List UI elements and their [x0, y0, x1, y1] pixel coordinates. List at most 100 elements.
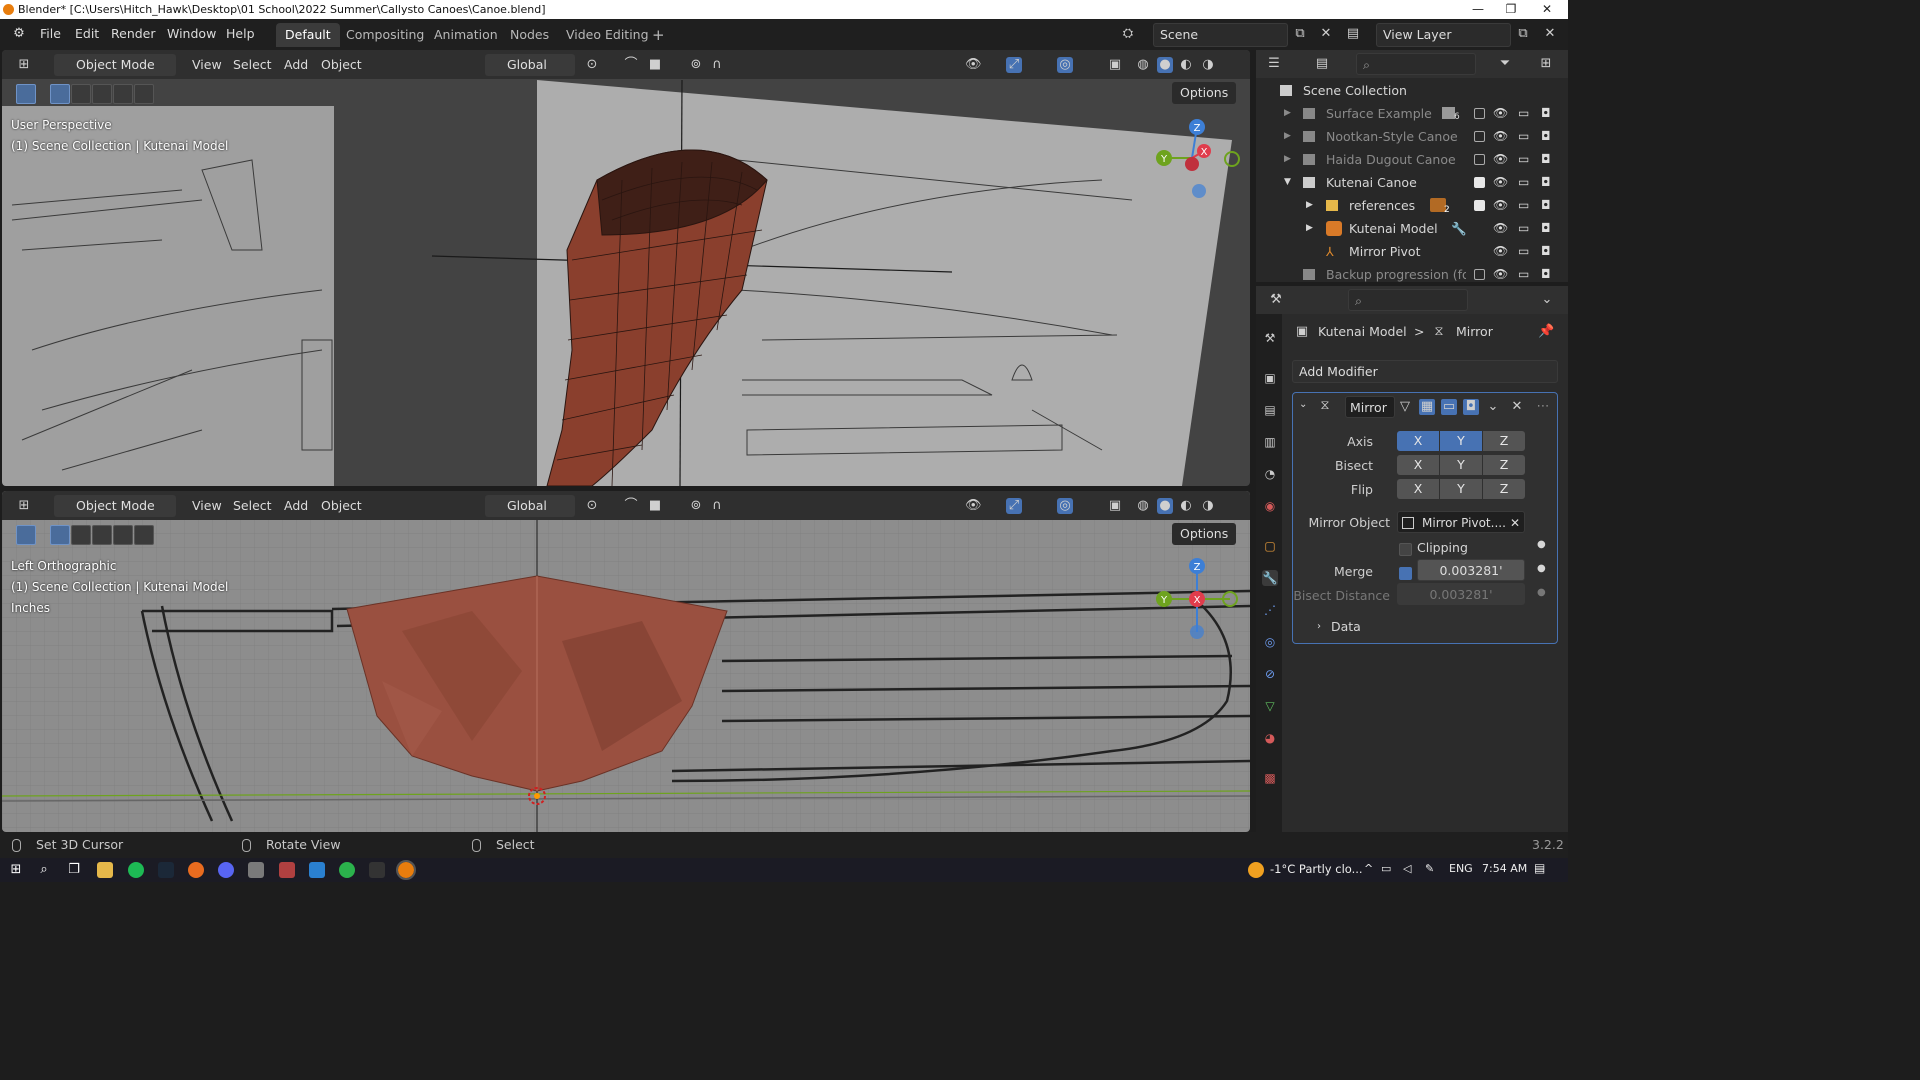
material-shading-icon[interactable]: ◐: [1178, 57, 1194, 73]
exclude-checkbox[interactable]: [1474, 200, 1485, 211]
scene-field[interactable]: Scene: [1153, 23, 1288, 47]
close-window-button[interactable]: ✕: [1532, 0, 1562, 19]
menu-help[interactable]: Help: [226, 26, 255, 41]
file-explorer-icon[interactable]: [97, 862, 113, 878]
tab-default[interactable]: Default: [276, 23, 340, 47]
select-invert-button[interactable]: [113, 84, 133, 104]
new-scene-icon[interactable]: ⧉: [1292, 26, 1308, 42]
navigation-gizmo[interactable]: Z Y X: [1152, 115, 1242, 205]
eye-icon[interactable]: 👁: [1493, 217, 1508, 240]
object-tab-icon[interactable]: ▢: [1262, 538, 1278, 554]
edit-mode-icon[interactable]: ▽: [1397, 399, 1413, 415]
rendered-shading-icon[interactable]: ◑: [1200, 498, 1216, 514]
viewport-perspective[interactable]: ⊞ Object Mode View Select Add Object Glo…: [2, 50, 1250, 486]
minimize-button[interactable]: —: [1463, 0, 1493, 19]
viewport-disable-icon[interactable]: ▭: [1518, 217, 1529, 240]
new-view-layer-icon[interactable]: ⧉: [1515, 26, 1531, 42]
world-tab-icon[interactable]: ◉: [1262, 498, 1278, 514]
select-subtract-button[interactable]: [92, 84, 112, 104]
axis-z-toggle[interactable]: Z: [1483, 431, 1525, 451]
new-collection-icon[interactable]: ⊞: [1538, 56, 1554, 72]
render-camera-icon[interactable]: ◘: [1541, 148, 1551, 171]
snap-target-icon[interactable]: ■: [647, 57, 663, 73]
display-mode-icon[interactable]: ▤: [1314, 56, 1330, 72]
menu-render[interactable]: Render: [111, 26, 156, 41]
viewport-disable-icon[interactable]: ▭: [1518, 263, 1529, 286]
select-tool-button[interactable]: [16, 525, 36, 545]
select-extend-button[interactable]: [71, 84, 91, 104]
keyframe-dot-icon[interactable]: ●: [1537, 563, 1546, 574]
collapse-chevron-icon[interactable]: ⌄: [1299, 399, 1307, 410]
solid-shading-icon[interactable]: ●: [1157, 498, 1173, 514]
texture-tab-icon[interactable]: ▩: [1262, 770, 1278, 786]
falloff-icon[interactable]: ∩: [709, 498, 725, 514]
select-intersect-button[interactable]: [134, 84, 154, 104]
volume-icon[interactable]: ◁: [1403, 862, 1411, 875]
clipping-checkbox[interactable]: [1399, 543, 1412, 556]
bisect-distance-input[interactable]: 0.003281': [1397, 583, 1525, 605]
visibility-icon[interactable]: 👁: [965, 498, 982, 514]
select-tool-button[interactable]: [16, 84, 36, 104]
eye-icon[interactable]: 👁: [1493, 171, 1508, 194]
gizmo-toggle-icon[interactable]: ⤢: [1006, 57, 1022, 73]
eye-icon[interactable]: 👁: [1493, 263, 1508, 286]
app-icon-2[interactable]: [279, 862, 295, 878]
flip-y-toggle[interactable]: Y: [1440, 479, 1482, 499]
snap-target-icon[interactable]: ■: [647, 498, 663, 514]
expand-arrow-icon[interactable]: ▶: [1284, 148, 1291, 171]
navigation-gizmo[interactable]: Z Y X: [1152, 556, 1242, 646]
editor-type-icon[interactable]: ⊞: [16, 498, 32, 514]
outliner-row-kutenai-canoe[interactable]: ▼ Kutenai Canoe 👁 ▭ ◘: [1256, 171, 1568, 194]
menu-object[interactable]: Object: [321, 495, 362, 517]
modifier-name-input[interactable]: Mirror: [1345, 396, 1395, 418]
blender-menu-icon[interactable]: ⚙: [11, 26, 27, 42]
tray-chevron-icon[interactable]: ^: [1364, 862, 1373, 875]
select-extend-button[interactable]: [71, 525, 91, 545]
weather-text[interactable]: -1°C Partly clo...: [1270, 862, 1363, 876]
particles-tab-icon[interactable]: ⋰: [1262, 602, 1278, 618]
keyframe-dot-icon[interactable]: ●: [1537, 539, 1546, 550]
viewport-disable-icon[interactable]: ▭: [1518, 148, 1529, 171]
tab-compositing[interactable]: Compositing: [337, 23, 433, 47]
flip-z-toggle[interactable]: Z: [1483, 479, 1525, 499]
constraints-tab-icon[interactable]: ⊘: [1262, 666, 1278, 682]
viewport-disable-icon[interactable]: ▭: [1518, 194, 1529, 217]
vscode-icon[interactable]: [309, 862, 325, 878]
view-layer-field[interactable]: View Layer: [1376, 23, 1511, 47]
options-chevron-icon[interactable]: ⌄: [1539, 292, 1555, 308]
outliner-row-mirror-pivot[interactable]: ⅄ Mirror Pivot 👁 ▭ ◘: [1256, 240, 1568, 263]
render-camera-icon[interactable]: ◘: [1541, 125, 1551, 148]
expand-arrow-icon[interactable]: ▶: [1306, 217, 1313, 240]
render-camera-icon[interactable]: ◘: [1541, 102, 1551, 125]
tool-tab-icon[interactable]: ⚒: [1262, 330, 1278, 346]
expand-arrow-icon[interactable]: ▶: [1306, 194, 1313, 217]
render-camera-icon[interactable]: ◘: [1541, 171, 1551, 194]
object-mode-dropdown[interactable]: Object Mode: [54, 54, 176, 76]
expand-arrow-icon[interactable]: ▶: [1284, 125, 1291, 148]
add-modifier-button[interactable]: Add Modifier: [1292, 360, 1558, 383]
render-icon[interactable]: ◘: [1463, 399, 1479, 415]
pen-icon[interactable]: ✎: [1425, 862, 1434, 875]
steam-icon[interactable]: [158, 862, 174, 878]
visibility-icon[interactable]: 👁: [965, 57, 982, 73]
select-new-button[interactable]: [50, 84, 70, 104]
orientation-dropdown[interactable]: Global: [485, 495, 575, 517]
view-layer-icon[interactable]: ▤: [1345, 26, 1361, 42]
xray-icon[interactable]: ▣: [1107, 57, 1123, 73]
tab-animation[interactable]: Animation: [425, 23, 507, 47]
exclude-checkbox[interactable]: [1474, 131, 1485, 142]
exclude-checkbox[interactable]: [1474, 154, 1485, 165]
github-icon[interactable]: [369, 862, 385, 878]
menu-object[interactable]: Object: [321, 54, 362, 76]
object-mode-dropdown[interactable]: Object Mode: [54, 495, 176, 517]
menu-add[interactable]: Add: [284, 495, 308, 517]
render-camera-icon[interactable]: ◘: [1541, 240, 1551, 263]
expand-chevron-icon[interactable]: ›: [1317, 621, 1321, 632]
snap-icon[interactable]: ⌒: [623, 498, 639, 514]
output-tab-icon[interactable]: ▤: [1262, 402, 1278, 418]
orientation-dropdown[interactable]: Global: [485, 54, 575, 76]
outliner-row-haida[interactable]: ▶ Haida Dugout Canoe 👁 ▭ ◘: [1256, 148, 1568, 171]
menu-window[interactable]: Window: [167, 26, 216, 41]
discord-icon[interactable]: [218, 862, 234, 878]
material-tab-icon[interactable]: ◕: [1262, 730, 1278, 746]
